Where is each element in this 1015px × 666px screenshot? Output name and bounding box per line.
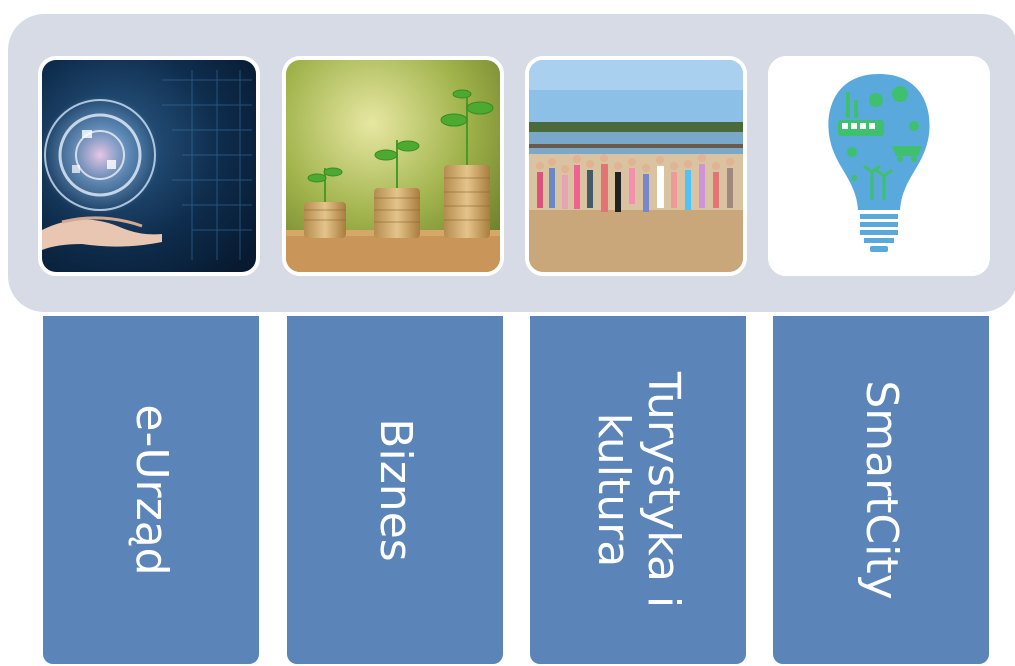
beach-crowd-image	[529, 60, 743, 272]
biznes-card[interactable]: Biznes	[287, 316, 503, 664]
e-urzad-card[interactable]: e-Urząd	[43, 316, 259, 664]
turystyka-kultura-label: Turystyka i kultura	[588, 330, 689, 650]
e-urzad-image-tile[interactable]	[38, 56, 260, 276]
lightbulb-city-image	[772, 60, 986, 272]
biznes-image-tile[interactable]	[282, 56, 504, 276]
service-menu: e-Urząd Biznes Turystyka i kultura Smart…	[0, 0, 1015, 666]
smartcity-image-tile[interactable]	[768, 56, 990, 276]
turystyka-image-tile[interactable]	[525, 56, 747, 276]
e-urzad-label: e-Urząd	[126, 404, 177, 576]
coins-plants-image	[286, 60, 500, 272]
turystyka-label-line2: kultura	[588, 412, 639, 568]
turystyka-kultura-card[interactable]: Turystyka i kultura	[530, 316, 746, 664]
smartcity-card[interactable]: SmartCity	[773, 316, 989, 664]
turystyka-label-line1: Turystyka i	[638, 371, 689, 609]
biznes-label: Biznes	[370, 418, 421, 562]
smartcity-label: SmartCity	[856, 380, 907, 600]
digital-globe-hand-image	[42, 60, 256, 272]
